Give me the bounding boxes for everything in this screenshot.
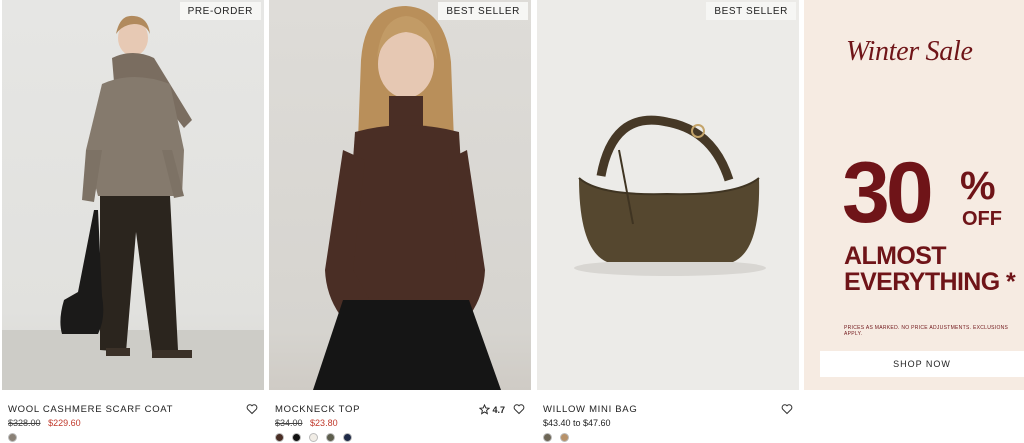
model-photo-mockneck bbox=[313, 6, 501, 390]
product-info: MOCKNECK TOP 4.7 $34.00 $23.80 bbox=[269, 400, 531, 443]
product-card[interactable]: BEST SELLER MOCKNECK TOP 4.7 $34.00 $23.… bbox=[269, 0, 531, 443]
original-price: $328.00 bbox=[8, 418, 41, 428]
product-title[interactable]: WILLOW MINI BAG bbox=[543, 404, 637, 415]
product-badge: PRE-ORDER bbox=[179, 2, 261, 20]
product-info: WILLOW MINI BAG $43.40 to $47.60 bbox=[537, 400, 799, 443]
sale-price: $23.80 bbox=[310, 418, 338, 428]
product-rating: 4.7 bbox=[479, 404, 505, 415]
color-swatch[interactable] bbox=[8, 433, 17, 442]
product-grid: PRE-ORDER WOOL CASHMERE SCARF COAT $328.… bbox=[0, 0, 1024, 443]
product-badge: BEST SELLER bbox=[438, 2, 528, 20]
color-swatch[interactable] bbox=[326, 433, 335, 442]
product-image[interactable]: BEST SELLER bbox=[269, 0, 531, 390]
model-photo-coat bbox=[2, 15, 264, 390]
product-title[interactable]: MOCKNECK TOP bbox=[275, 404, 360, 415]
color-swatch[interactable] bbox=[309, 433, 318, 442]
color-swatches bbox=[8, 433, 17, 443]
promo-fine-print: PRICES AS MARKED. NO PRICE ADJUSTMENTS. … bbox=[844, 325, 1009, 337]
color-swatch[interactable] bbox=[292, 433, 301, 442]
shop-now-button[interactable]: SHOP NOW bbox=[820, 351, 1024, 377]
color-swatch[interactable] bbox=[275, 433, 284, 442]
price-range: $43.40 to $47.60 bbox=[543, 418, 611, 428]
wishlist-heart-icon[interactable] bbox=[513, 403, 525, 415]
star-icon bbox=[479, 404, 491, 415]
product-badge: BEST SELLER bbox=[706, 2, 796, 20]
color-swatch[interactable] bbox=[343, 433, 352, 442]
promo-off-label: OFF bbox=[962, 208, 1002, 230]
product-card[interactable]: BEST SELLER WILLOW MINI BAG $43.40 to $4… bbox=[537, 0, 799, 443]
price-row: $43.40 to $47.60 bbox=[543, 418, 611, 428]
color-swatches bbox=[543, 433, 569, 443]
promo-line-2: EVERYTHING * bbox=[844, 268, 1016, 296]
price-row: $34.00 $23.80 bbox=[275, 418, 338, 428]
promo-discount-number: 30 bbox=[842, 145, 934, 241]
product-photo-bag bbox=[574, 115, 766, 276]
wishlist-heart-icon[interactable] bbox=[246, 403, 258, 415]
color-swatch[interactable] bbox=[560, 433, 569, 442]
promo-line-1: ALMOST bbox=[844, 242, 947, 270]
product-title[interactable]: WOOL CASHMERE SCARF COAT bbox=[8, 404, 173, 415]
product-info: WOOL CASHMERE SCARF COAT $328.00 $229.60 bbox=[2, 400, 264, 443]
product-card[interactable]: PRE-ORDER WOOL CASHMERE SCARF COAT $328.… bbox=[2, 0, 264, 443]
product-image[interactable]: PRE-ORDER bbox=[2, 0, 264, 390]
sale-price: $229.60 bbox=[48, 418, 81, 428]
original-price: $34.00 bbox=[275, 418, 303, 428]
color-swatch[interactable] bbox=[543, 433, 552, 442]
winter-sale-banner[interactable]: Winter Sale 30 % OFF ALMOST EVERYTHING *… bbox=[804, 0, 1024, 390]
product-image[interactable]: BEST SELLER bbox=[537, 0, 799, 390]
promo-heading: Winter Sale bbox=[846, 36, 973, 67]
price-row: $328.00 $229.60 bbox=[8, 418, 81, 428]
wishlist-heart-icon[interactable] bbox=[781, 403, 793, 415]
rating-value: 4.7 bbox=[492, 404, 505, 415]
color-swatches bbox=[275, 433, 352, 443]
promo-percent-sign: % bbox=[960, 164, 996, 208]
